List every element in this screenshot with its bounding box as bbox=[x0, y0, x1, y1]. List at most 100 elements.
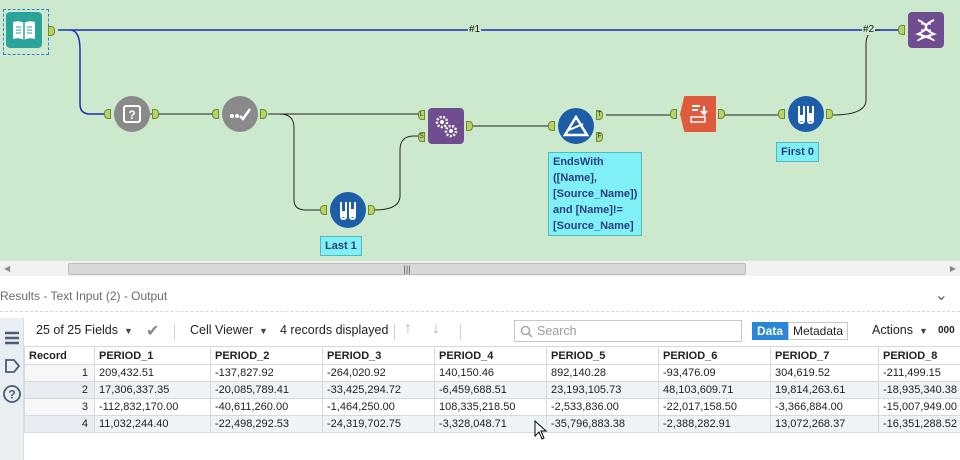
last-annotation: Last 1 bbox=[320, 236, 362, 256]
column-header[interactable]: PERIOD_8 bbox=[878, 346, 960, 365]
table-cell[interactable]: 304,619.52 bbox=[770, 364, 879, 382]
join-tool[interactable]: L S bbox=[418, 108, 473, 148]
column-header[interactable]: PERIOD_2 bbox=[210, 346, 323, 365]
input-anchor[interactable] bbox=[212, 109, 219, 119]
table-cell[interactable]: -211,499.15 bbox=[878, 364, 960, 382]
table-row[interactable]: 3 -112,832,170.00 -40,611,260.00 -1,464,… bbox=[24, 398, 960, 416]
arrow-up-icon[interactable]: ↑ bbox=[404, 320, 412, 338]
table-cell[interactable]: -22,498,292.53 bbox=[210, 415, 323, 433]
column-header[interactable]: Record bbox=[24, 346, 95, 365]
output-anchor[interactable] bbox=[466, 121, 473, 131]
table-cell[interactable]: 23,193,105.73 bbox=[546, 381, 659, 399]
arrow-down-icon[interactable]: ↓ bbox=[432, 320, 440, 338]
source-input-anchor[interactable]: S bbox=[418, 132, 425, 142]
column-header[interactable]: PERIOD_6 bbox=[658, 346, 771, 365]
canvas-horizontal-scrollbar[interactable]: ◀ ||| ▶ bbox=[0, 260, 960, 276]
sort-tool[interactable] bbox=[670, 96, 725, 136]
table-cell[interactable]: -2,533,836.00 bbox=[546, 398, 659, 416]
input-anchor[interactable] bbox=[320, 205, 327, 215]
input-anchor[interactable] bbox=[548, 121, 555, 131]
record-number-cell[interactable]: 1 bbox=[24, 364, 95, 382]
sample-tool[interactable] bbox=[212, 96, 267, 136]
text-input-tool[interactable] bbox=[3, 9, 55, 55]
column-header[interactable]: PERIOD_1 bbox=[94, 346, 211, 365]
workflow-canvas[interactable]: #1 #2 ? L S Last 1 T F EndsWith ([Name],… bbox=[0, 0, 960, 260]
more-options-button[interactable]: 000 bbox=[938, 325, 955, 336]
table-cell[interactable]: 19,814,263.61 bbox=[770, 381, 879, 399]
actions-dropdown[interactable]: Actions ▼ bbox=[872, 323, 928, 337]
chevron-down-icon: ▼ bbox=[124, 326, 133, 336]
connection-first-to-union-wire bbox=[831, 29, 881, 116]
output-anchor[interactable] bbox=[826, 109, 833, 119]
output-anchor[interactable] bbox=[152, 109, 159, 119]
fields-dropdown[interactable]: 25 of 25 Fields ▼ bbox=[36, 323, 133, 337]
table-cell[interactable]: -33,425,294.72 bbox=[322, 381, 435, 399]
table-row[interactable]: 4 11,032,244.40 -22,498,292.53 -24,319,7… bbox=[24, 415, 960, 433]
table-cell[interactable]: 13,072,268.37 bbox=[770, 415, 879, 433]
table-cell[interactable]: 108,335,218.50 bbox=[434, 398, 547, 416]
table-cell[interactable]: 892,140.28 bbox=[546, 364, 659, 382]
column-header[interactable]: PERIOD_4 bbox=[434, 346, 547, 365]
cell-viewer-dropdown[interactable]: Cell Viewer ▼ bbox=[190, 323, 268, 337]
table-cell[interactable]: -40,611,260.00 bbox=[210, 398, 323, 416]
output-anchor[interactable] bbox=[48, 26, 55, 36]
tag-icon[interactable] bbox=[2, 356, 22, 376]
checkmark-icon[interactable]: ✔ bbox=[146, 321, 159, 341]
table-cell[interactable]: -137,827.92 bbox=[210, 364, 323, 382]
input-anchor[interactable] bbox=[898, 25, 905, 35]
scroll-left-icon[interactable]: ◀ bbox=[4, 264, 10, 273]
table-row[interactable]: 1 209,432.51 -137,827.92 -264,020.92 140… bbox=[24, 364, 960, 382]
union-tool[interactable] bbox=[898, 12, 948, 52]
true-output-anchor[interactable]: T bbox=[596, 110, 603, 120]
table-cell[interactable]: -16,351,288.52 bbox=[878, 415, 960, 433]
toolbar-divider bbox=[460, 324, 461, 340]
table-cell[interactable]: -1,464,250.00 bbox=[322, 398, 435, 416]
output-anchor[interactable] bbox=[368, 205, 375, 215]
left-input-anchor[interactable]: L bbox=[418, 110, 425, 120]
table-cell[interactable]: -264,020.92 bbox=[322, 364, 435, 382]
table-cell[interactable]: -20,085,789.41 bbox=[210, 381, 323, 399]
record-number-cell[interactable]: 4 bbox=[24, 415, 95, 433]
sample-last-tool[interactable] bbox=[320, 192, 375, 232]
input-anchor[interactable] bbox=[104, 109, 111, 119]
select-tool[interactable]: ? bbox=[104, 96, 159, 136]
table-cell[interactable]: 209,432.51 bbox=[94, 364, 211, 382]
table-cell[interactable]: -112,832,170.00 bbox=[94, 398, 211, 416]
collapse-chevron-icon[interactable]: ⌄ bbox=[935, 285, 948, 305]
search-input[interactable]: Search bbox=[514, 320, 742, 342]
connection-last-to-join-source-wire bbox=[373, 135, 420, 211]
tab-metadata[interactable]: Metadata bbox=[788, 322, 848, 340]
input-anchor[interactable] bbox=[670, 109, 677, 119]
table-cell[interactable]: -93,476.09 bbox=[658, 364, 771, 382]
table-cell[interactable]: 17,306,337.35 bbox=[94, 381, 211, 399]
table-cell[interactable]: -35,796,883.38 bbox=[546, 415, 659, 433]
output-anchor[interactable] bbox=[718, 109, 725, 119]
input-anchor[interactable] bbox=[778, 109, 785, 119]
table-row[interactable]: 2 17,306,337.35 -20,085,789.41 -33,425,2… bbox=[24, 381, 960, 399]
filter-tool[interactable]: T F bbox=[548, 108, 603, 148]
scroll-right-icon[interactable]: ▶ bbox=[950, 264, 956, 273]
table-cell[interactable]: -6,459,688.51 bbox=[434, 381, 547, 399]
false-output-anchor[interactable]: F bbox=[596, 132, 603, 142]
scrollbar-thumb[interactable]: ||| bbox=[68, 263, 746, 275]
output-anchor[interactable] bbox=[260, 109, 267, 119]
table-cell[interactable]: -22,017,158.50 bbox=[658, 398, 771, 416]
table-cell[interactable]: 48,103,609.71 bbox=[658, 381, 771, 399]
table-cell[interactable]: -3,328,048.71 bbox=[434, 415, 547, 433]
table-cell[interactable]: -3,366,884.00 bbox=[770, 398, 879, 416]
column-header[interactable]: PERIOD_3 bbox=[322, 346, 435, 365]
table-cell[interactable]: -2,388,282.91 bbox=[658, 415, 771, 433]
sample-first-tool[interactable] bbox=[778, 96, 833, 136]
column-header[interactable]: PERIOD_5 bbox=[546, 346, 659, 365]
table-cell[interactable]: 140,150.46 bbox=[434, 364, 547, 382]
table-cell[interactable]: 11,032,244.40 bbox=[94, 415, 211, 433]
column-header[interactable]: PERIOD_7 bbox=[770, 346, 879, 365]
record-number-cell[interactable]: 3 bbox=[24, 398, 95, 416]
table-cell[interactable]: -18,935,340.38 bbox=[878, 381, 960, 399]
table-cell[interactable]: -15,007,949.00 bbox=[878, 398, 960, 416]
list-view-icon[interactable] bbox=[2, 328, 22, 348]
record-number-cell[interactable]: 2 bbox=[24, 381, 95, 399]
table-cell[interactable]: -24,319,702.75 bbox=[322, 415, 435, 433]
help-icon[interactable]: ? bbox=[2, 384, 22, 404]
tab-data[interactable]: Data bbox=[752, 322, 788, 340]
